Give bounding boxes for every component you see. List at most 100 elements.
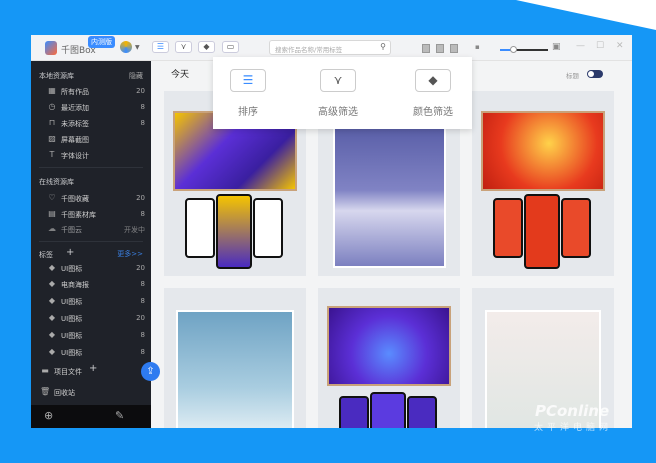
sidebar-item-all-works[interactable]: ▦ 所有作品 20 <box>47 86 145 100</box>
search-icon[interactable]: ⚲ <box>380 42 386 51</box>
sidebar-item-untagged[interactable]: ⊓ 未添标签 8 <box>47 118 145 132</box>
large-image-icon: ▣ <box>552 42 561 52</box>
item-label: UI图标 <box>61 265 83 273</box>
app-logo <box>45 41 57 55</box>
sidebar-item-font-design[interactable]: T 字体设计 <box>47 150 145 164</box>
item-label: 千图素材库 <box>61 211 96 219</box>
popup-sort-button[interactable]: ☰ <box>230 69 266 92</box>
add-tag-button[interactable]: + <box>66 247 74 258</box>
close-button[interactable]: ✕ <box>616 41 624 51</box>
tag-icon: ◆ <box>48 347 56 356</box>
screen-button[interactable]: ▭ <box>222 41 239 53</box>
sort-button[interactable]: ☰ <box>152 41 169 53</box>
poster-thumbnail <box>176 310 294 428</box>
work-card[interactable] <box>318 288 460 428</box>
paint-bucket-icon: ◆ <box>428 73 438 87</box>
sidebar-item-material-library[interactable]: ▤ 千图素材库 8 <box>47 209 145 223</box>
avatar[interactable] <box>120 41 132 53</box>
cloud-icon: ☁ <box>48 224 56 233</box>
thumbnail-size-slider[interactable] <box>500 46 548 53</box>
phone-mockup <box>339 396 369 428</box>
phone-mockup <box>216 194 252 269</box>
artwork-thumbnail <box>327 306 451 386</box>
tag-item[interactable]: ◆ UI图标 8 <box>47 330 145 344</box>
color-filter-button[interactable]: ◆ <box>198 41 215 53</box>
item-label: 千图收藏 <box>61 195 89 203</box>
upload-icon: ⇪ <box>146 366 155 377</box>
popup-sort-label[interactable]: 排序 <box>213 103 283 118</box>
more-tags-link[interactable]: 更多>> <box>117 249 143 259</box>
slider-knob[interactable] <box>510 46 517 53</box>
tag-item[interactable]: ◆ UI图标 8 <box>47 296 145 310</box>
artwork-thumbnail <box>481 111 605 191</box>
online-library-title: 在线资源库 <box>39 178 74 186</box>
sidebar-item-screenshots[interactable]: ▨ 屏幕截图 <box>47 134 145 148</box>
minimize-button[interactable]: — <box>576 41 585 51</box>
monitor-icon: ▭ <box>226 42 235 51</box>
grid-icon: ▦ <box>48 86 56 95</box>
filter-icon: ⋎ <box>180 42 187 51</box>
view-list-icon[interactable] <box>422 44 430 53</box>
add-circle-icon[interactable]: ⊕ <box>44 409 53 422</box>
title-toggle-label: 标题 <box>566 72 579 80</box>
heart-icon: ♡ <box>48 193 56 202</box>
phone-mockup <box>407 396 437 428</box>
add-project-button[interactable]: + <box>89 363 97 374</box>
tag-item[interactable]: ◆ UI图标 20 <box>47 263 145 277</box>
maximize-button[interactable]: ☐ <box>596 41 604 51</box>
phone-mockup <box>253 198 283 258</box>
popup-color-filter-label[interactable]: 颜色筛选 <box>398 103 468 118</box>
work-card[interactable] <box>472 91 614 276</box>
sidebar-item-recent[interactable]: ◷ 最近添加 8 <box>47 102 146 116</box>
upload-button[interactable]: ⇪ <box>141 362 160 381</box>
item-label: UI图标 <box>61 315 83 323</box>
popup-filter-button[interactable]: ⋎ <box>320 69 356 92</box>
divider <box>39 167 143 168</box>
item-label: 字体设计 <box>61 152 89 160</box>
sort-icon: ☰ <box>156 42 165 51</box>
local-library-title: 本地资源库 <box>39 72 74 80</box>
item-count: 20 <box>136 314 145 322</box>
search-input[interactable]: 搜索作品名称/常用标签 ⚲ <box>269 40 391 55</box>
item-label: 所有作品 <box>61 88 89 96</box>
tag-icon: ◆ <box>48 330 56 339</box>
chevron-down-icon[interactable]: ▼ <box>135 44 140 51</box>
work-card[interactable] <box>164 288 306 428</box>
popup-filter-label[interactable]: 高级筛选 <box>303 103 373 118</box>
item-label: UI图标 <box>61 332 83 340</box>
popup-color-filter-button[interactable]: ◆ <box>415 69 451 92</box>
phone-mockup <box>524 194 560 269</box>
filter-button[interactable]: ⋎ <box>175 41 192 53</box>
sidebar-item-favorites[interactable]: ♡ 千图收藏 20 <box>47 193 145 207</box>
tag-item[interactable]: ◆ 电商海报 8 <box>47 279 145 293</box>
hide-button[interactable]: 隐藏 <box>129 71 143 81</box>
tag-icon: ◆ <box>48 279 56 288</box>
folder-icon: ▬ <box>41 366 49 375</box>
trash-icon: 🗑 <box>40 387 51 396</box>
item-label: 电商海报 <box>61 281 89 289</box>
background-shape <box>516 0 656 30</box>
view-column-icon[interactable] <box>436 44 444 53</box>
sidebar-item-trash[interactable]: 🗑 回收站 <box>40 387 138 401</box>
watermark-brand: PConline <box>535 402 610 420</box>
tag-item[interactable]: ◆ UI图标 8 <box>47 347 145 361</box>
title-toggle[interactable] <box>587 70 603 78</box>
view-grid-icon[interactable] <box>450 44 458 53</box>
toolbar-popup-menu: ☰ ⋎ ◆ 排序 高级筛选 颜色筛选 <box>213 57 472 129</box>
tag-item[interactable]: ◆ UI图标 20 <box>47 313 145 327</box>
search-placeholder: 搜索作品名称/常用标签 <box>275 46 343 54</box>
sidebar-item-cloud[interactable]: ☁ 千图云 开发中 <box>47 224 145 238</box>
edit-note-icon[interactable]: ✎ <box>115 409 124 422</box>
item-count: 8 <box>140 119 145 127</box>
image-icon: ▨ <box>48 134 56 143</box>
sidebar: 本地资源库 隐藏 ▦ 所有作品 20 ◷ 最近添加 8 ⊓ 未添标签 8 ▨ 屏幕截图 T 字体… <box>31 61 151 405</box>
section-title: 今天 <box>171 70 190 80</box>
item-count: 8 <box>140 297 145 305</box>
item-count: 8 <box>140 210 145 218</box>
phone-mockup <box>185 198 215 258</box>
item-label: UI图标 <box>61 349 83 357</box>
phone-mockup <box>370 392 406 428</box>
sidebar-bottom-bar: ⊕ ✎ <box>31 405 151 428</box>
item-count: 8 <box>140 331 145 339</box>
item-label: 未添标签 <box>61 120 89 128</box>
